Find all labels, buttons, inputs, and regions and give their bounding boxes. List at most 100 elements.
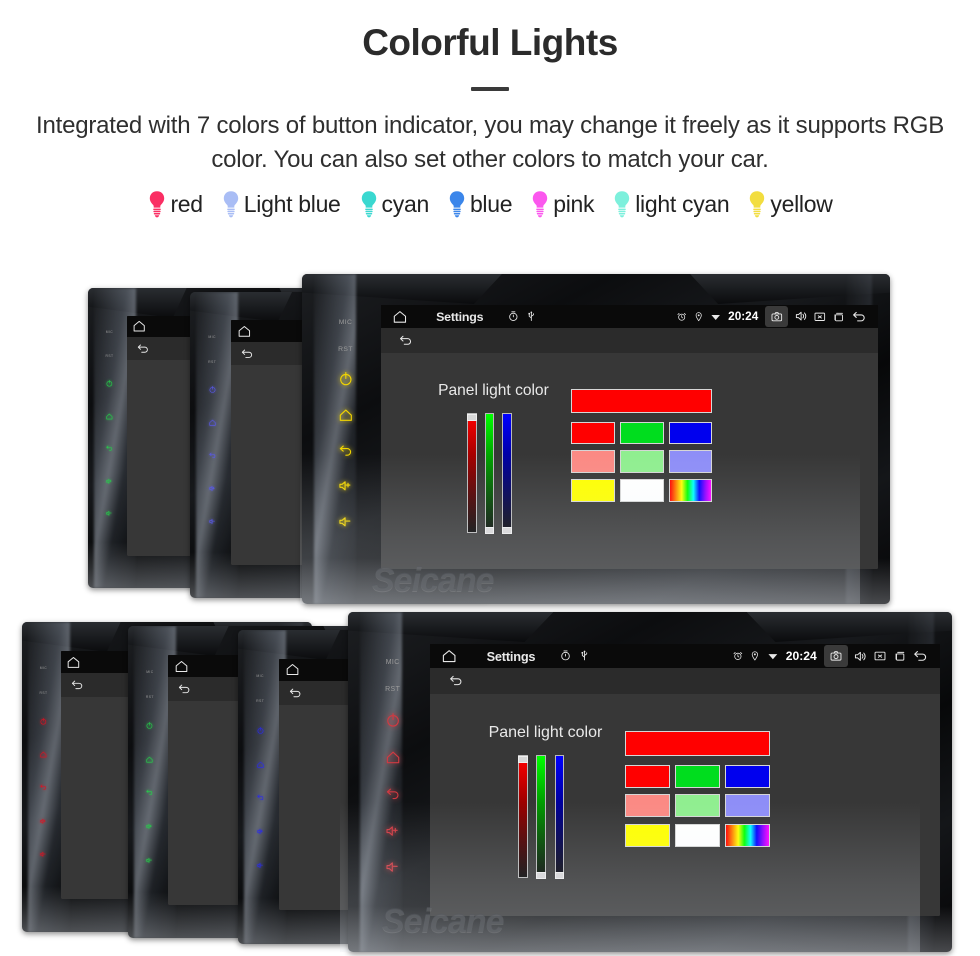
home-icon[interactable] xyxy=(337,406,355,424)
side-button-power[interactable] xyxy=(337,361,355,397)
side-button-volume-down[interactable] xyxy=(105,497,114,529)
color-swatch[interactable] xyxy=(675,794,721,818)
side-button-volume-up[interactable] xyxy=(39,805,48,838)
side-button-back[interactable] xyxy=(337,433,355,469)
back-icon[interactable] xyxy=(145,788,154,797)
home-icon[interactable] xyxy=(441,648,457,664)
color-swatch[interactable] xyxy=(571,421,615,445)
back-icon[interactable] xyxy=(256,793,265,802)
side-button-power[interactable] xyxy=(145,709,154,743)
power-icon[interactable] xyxy=(384,711,402,729)
alarm-icon[interactable] xyxy=(676,311,687,322)
side-button-volume-down[interactable] xyxy=(208,505,217,538)
back-icon[interactable] xyxy=(384,785,402,803)
slider-knob[interactable] xyxy=(467,414,477,422)
side-button-back[interactable] xyxy=(39,771,48,804)
side-button-volume-up[interactable] xyxy=(384,812,402,849)
back-arrow-icon[interactable] xyxy=(288,686,302,700)
side-button-home[interactable] xyxy=(145,742,154,776)
side-button-volume-down[interactable] xyxy=(256,849,265,883)
side-button-home[interactable] xyxy=(39,738,48,771)
volume-down-icon[interactable] xyxy=(256,861,265,870)
side-button-volume-up[interactable] xyxy=(105,465,114,497)
home-icon[interactable] xyxy=(384,748,402,766)
color-swatch[interactable] xyxy=(725,794,771,818)
back-arrow-icon[interactable] xyxy=(398,333,413,348)
side-button-back[interactable] xyxy=(105,432,114,464)
color-swatch[interactable] xyxy=(625,764,671,788)
side-button-volume-down[interactable] xyxy=(384,849,402,886)
green-channel-slider[interactable] xyxy=(484,413,495,534)
color-swatch[interactable] xyxy=(571,450,615,474)
timer-icon[interactable] xyxy=(559,649,572,662)
side-button-back[interactable] xyxy=(208,439,217,472)
blue-channel-slider[interactable] xyxy=(502,413,512,534)
camera-icon[interactable] xyxy=(829,649,843,663)
close-box-icon[interactable] xyxy=(813,310,827,324)
recents-icon[interactable] xyxy=(832,310,846,324)
camera-button[interactable] xyxy=(824,644,848,668)
back-arrow-icon[interactable] xyxy=(448,673,464,689)
recents-icon[interactable] xyxy=(893,649,907,663)
slider-knob[interactable] xyxy=(536,872,547,880)
red-channel-slider[interactable] xyxy=(467,413,477,533)
location-pin-icon[interactable] xyxy=(693,311,704,322)
volume-up-icon[interactable] xyxy=(145,822,154,831)
volume-icon[interactable] xyxy=(853,649,868,664)
color-swatch[interactable] xyxy=(571,479,615,502)
volume-icon[interactable] xyxy=(794,309,808,323)
side-button-volume-up[interactable] xyxy=(256,815,265,849)
signal-icon[interactable] xyxy=(767,650,779,662)
volume-down-icon[interactable] xyxy=(105,509,114,518)
color-swatch[interactable] xyxy=(675,823,721,847)
power-icon[interactable] xyxy=(208,385,217,394)
side-button-volume-down[interactable] xyxy=(145,843,154,877)
color-swatch[interactable] xyxy=(625,794,671,818)
back-arrow-icon[interactable] xyxy=(177,682,191,696)
color-swatch[interactable] xyxy=(619,421,664,445)
usb-icon[interactable] xyxy=(525,310,538,323)
side-button-back[interactable] xyxy=(256,781,265,815)
device-screen[interactable]: Settings 20:24 Panel light color xyxy=(430,644,940,916)
power-icon[interactable] xyxy=(145,721,154,730)
side-button-volume-up[interactable] xyxy=(208,472,217,505)
side-button-home[interactable] xyxy=(384,739,402,776)
side-button-home[interactable] xyxy=(256,747,265,781)
volume-up-icon[interactable] xyxy=(39,817,48,826)
side-button-back[interactable] xyxy=(384,776,402,813)
usb-icon[interactable] xyxy=(578,649,591,662)
power-icon[interactable] xyxy=(256,726,265,735)
home-icon[interactable] xyxy=(174,659,189,674)
green-channel-slider[interactable] xyxy=(536,755,547,880)
close-box-icon[interactable] xyxy=(873,649,887,663)
home-icon[interactable] xyxy=(392,309,408,325)
color-swatch[interactable] xyxy=(725,823,771,847)
home-icon[interactable] xyxy=(39,750,48,759)
side-button-volume-down[interactable] xyxy=(39,838,48,871)
home-icon[interactable] xyxy=(237,324,252,339)
slider-knob[interactable] xyxy=(484,527,495,534)
color-swatch[interactable] xyxy=(725,764,771,788)
color-swatch[interactable] xyxy=(668,450,713,474)
slider-knob[interactable] xyxy=(554,872,565,880)
slider-knob[interactable] xyxy=(518,756,529,764)
blue-channel-slider[interactable] xyxy=(554,755,565,880)
back-icon[interactable] xyxy=(208,451,217,460)
power-icon[interactable] xyxy=(337,370,355,388)
side-button-volume-up[interactable] xyxy=(337,468,355,504)
side-button-volume-up[interactable] xyxy=(145,810,154,844)
home-icon[interactable] xyxy=(285,662,300,677)
back-icon[interactable] xyxy=(337,442,355,460)
side-button-home[interactable] xyxy=(105,400,114,432)
alarm-icon[interactable] xyxy=(732,650,744,662)
timer-icon[interactable] xyxy=(507,310,520,323)
back-icon[interactable] xyxy=(105,444,114,453)
side-button-volume-down[interactable] xyxy=(337,504,355,540)
volume-up-icon[interactable] xyxy=(384,822,402,840)
slider-knob[interactable] xyxy=(502,527,512,534)
power-icon[interactable] xyxy=(105,379,114,388)
volume-down-icon[interactable] xyxy=(384,858,402,876)
back-arrow-icon[interactable] xyxy=(851,309,867,325)
side-button-home[interactable] xyxy=(208,406,217,439)
back-arrow-icon[interactable] xyxy=(136,342,150,356)
